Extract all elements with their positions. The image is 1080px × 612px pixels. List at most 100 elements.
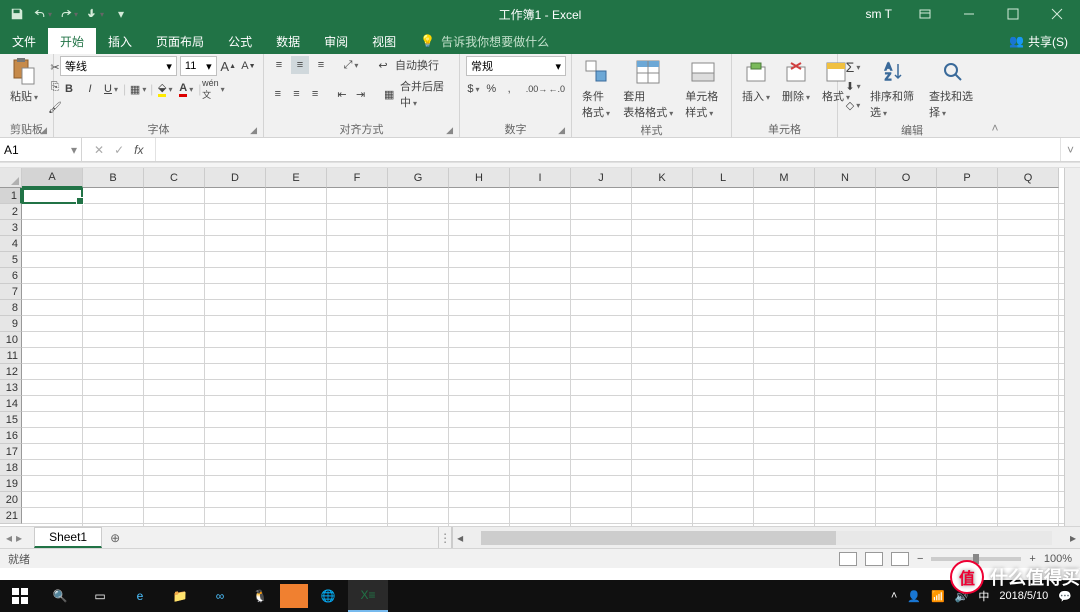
column-header[interactable]: G xyxy=(388,168,449,188)
tab-data[interactable]: 数据 xyxy=(264,28,312,54)
row-header[interactable]: 16 xyxy=(0,428,22,444)
tab-view[interactable]: 视图 xyxy=(360,28,408,54)
app-icon-1[interactable]: ∞ xyxy=(200,580,240,612)
increase-font-icon[interactable]: A▲ xyxy=(220,57,237,75)
cancel-formula-icon[interactable]: ✕ xyxy=(94,143,104,157)
page-layout-view-icon[interactable] xyxy=(865,552,883,566)
row-header[interactable]: 11 xyxy=(0,348,22,364)
column-header[interactable]: Q xyxy=(998,168,1059,188)
wrap-text-button[interactable]: 自动换行 xyxy=(395,57,439,73)
tab-review[interactable]: 审阅 xyxy=(312,28,360,54)
autosum-icon[interactable]: Σ xyxy=(844,58,862,76)
ribbon-options-icon[interactable] xyxy=(906,0,944,28)
page-break-view-icon[interactable] xyxy=(891,552,909,566)
column-header[interactable]: F xyxy=(327,168,388,188)
tray-chevron-icon[interactable]: ˄ xyxy=(891,590,897,602)
dialog-launcher-icon[interactable]: ◢ xyxy=(446,125,453,136)
row-header[interactable]: 20 xyxy=(0,492,22,508)
cells-area[interactable] xyxy=(22,188,1064,526)
column-header[interactable]: D xyxy=(205,168,266,188)
column-header[interactable]: O xyxy=(876,168,937,188)
column-header[interactable]: H xyxy=(449,168,510,188)
row-header[interactable]: 7 xyxy=(0,284,22,300)
sheet-nav-next-icon[interactable]: ▸ xyxy=(16,531,22,545)
merge-center-button[interactable]: 合并后居中 xyxy=(400,78,453,110)
align-right-icon[interactable]: ≡ xyxy=(307,85,323,103)
tray-network-icon[interactable]: 📶 xyxy=(931,590,945,603)
row-header[interactable]: 18 xyxy=(0,460,22,476)
tab-page-layout[interactable]: 页面布局 xyxy=(144,28,216,54)
vertical-scrollbar[interactable] xyxy=(1064,168,1080,526)
fill-icon[interactable]: ⬇ xyxy=(844,77,862,95)
column-header[interactable]: E xyxy=(266,168,327,188)
column-header[interactable]: B xyxy=(83,168,144,188)
tray-time[interactable]: 2018/5/10 xyxy=(999,590,1048,602)
column-header[interactable]: C xyxy=(144,168,205,188)
font-name-combo[interactable]: 等线▾ xyxy=(60,56,177,76)
tab-file[interactable]: 文件 xyxy=(0,28,48,54)
search-icon[interactable]: 🔍 xyxy=(40,580,80,612)
row-header[interactable]: 14 xyxy=(0,396,22,412)
app-icon-4[interactable]: 🌐 xyxy=(308,580,348,612)
accounting-format-icon[interactable]: $ xyxy=(466,80,481,98)
row-header[interactable]: 13 xyxy=(0,380,22,396)
orientation-icon[interactable]: ⤢ xyxy=(342,56,360,74)
tab-insert[interactable]: 插入 xyxy=(96,28,144,54)
increase-indent-icon[interactable]: ⇥ xyxy=(353,85,369,103)
align-left-icon[interactable]: ≡ xyxy=(270,85,286,103)
redo-icon[interactable] xyxy=(60,5,78,23)
tray-people-icon[interactable]: 👤 xyxy=(907,590,921,603)
maximize-icon[interactable] xyxy=(994,0,1032,28)
column-header[interactable]: M xyxy=(754,168,815,188)
sheet-tab[interactable]: Sheet1 xyxy=(34,527,102,548)
underline-button[interactable]: U xyxy=(102,80,120,98)
expand-formula-bar-icon[interactable]: ˅ xyxy=(1060,138,1080,161)
edge-icon[interactable]: e xyxy=(120,580,160,612)
border-icon[interactable]: ▦ xyxy=(129,80,147,98)
column-header[interactable]: N xyxy=(815,168,876,188)
scroll-left-icon[interactable]: ◂ xyxy=(453,531,467,545)
column-header[interactable]: K xyxy=(632,168,693,188)
tab-formulas[interactable]: 公式 xyxy=(216,28,264,54)
tray-ime-icon[interactable]: 中 xyxy=(978,588,989,604)
new-sheet-button[interactable]: ⊕ xyxy=(102,527,128,548)
share-button[interactable]: 👥共享(S) xyxy=(997,28,1080,54)
row-header[interactable]: 2 xyxy=(0,204,22,220)
select-all-corner[interactable] xyxy=(0,168,22,188)
row-header[interactable]: 8 xyxy=(0,300,22,316)
qat-customize-icon[interactable]: ▾ xyxy=(112,5,130,23)
sheet-nav-prev-icon[interactable]: ◂ xyxy=(6,531,12,545)
undo-icon[interactable] xyxy=(34,5,52,23)
row-header[interactable]: 6 xyxy=(0,268,22,284)
column-header[interactable]: L xyxy=(693,168,754,188)
bold-button[interactable]: B xyxy=(60,80,78,98)
zoom-out-icon[interactable]: − xyxy=(917,553,923,565)
column-header[interactable]: P xyxy=(937,168,998,188)
find-select-button[interactable]: 查找和选择 xyxy=(925,56,980,122)
column-header[interactable]: A xyxy=(22,168,83,188)
save-icon[interactable] xyxy=(8,5,26,23)
touch-mode-icon[interactable] xyxy=(86,5,104,23)
font-color-icon[interactable]: A xyxy=(177,80,195,98)
row-header[interactable]: 15 xyxy=(0,412,22,428)
row-header[interactable]: 10 xyxy=(0,332,22,348)
collapse-ribbon-icon[interactable]: ˄ xyxy=(986,54,1004,137)
clear-icon[interactable]: ◇ xyxy=(844,96,862,114)
app-icon-3[interactable] xyxy=(280,584,308,608)
column-header[interactable]: J xyxy=(571,168,632,188)
number-format-combo[interactable]: 常规▾ xyxy=(466,56,566,76)
decrease-font-icon[interactable]: A▼ xyxy=(240,57,257,75)
tab-home[interactable]: 开始 xyxy=(48,28,96,54)
row-header[interactable]: 21 xyxy=(0,508,22,524)
align-bottom-icon[interactable]: ≡ xyxy=(312,56,330,74)
tray-volume-icon[interactable]: 🔊 xyxy=(955,590,969,603)
normal-view-icon[interactable] xyxy=(839,552,857,566)
align-middle-icon[interactable]: ≡ xyxy=(291,56,309,74)
row-header[interactable]: 19 xyxy=(0,476,22,492)
phonetic-icon[interactable]: wén文 xyxy=(204,80,222,98)
zoom-slider[interactable] xyxy=(931,557,1021,561)
font-size-combo[interactable]: 11▾ xyxy=(180,56,217,76)
formula-input[interactable] xyxy=(156,138,1060,161)
tell-me[interactable]: 💡告诉我你想要做什么 xyxy=(408,28,561,54)
row-header[interactable]: 17 xyxy=(0,444,22,460)
